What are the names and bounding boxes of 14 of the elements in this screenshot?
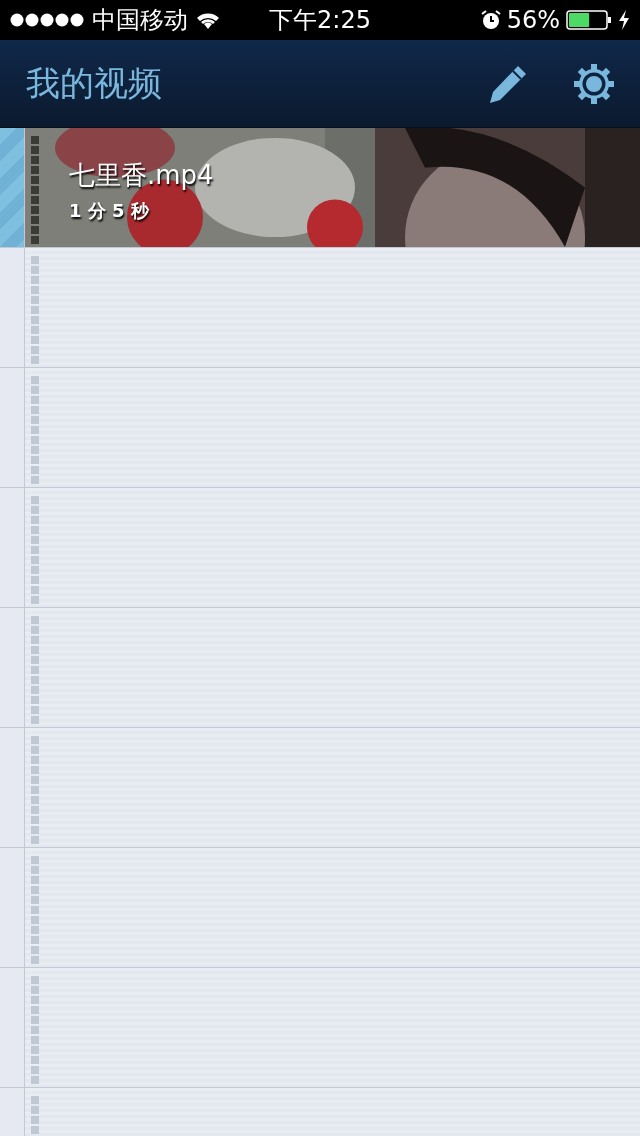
signal-icon xyxy=(10,13,84,27)
video-title: 七里香.mp4 xyxy=(69,159,214,192)
wifi-icon xyxy=(196,11,220,29)
battery-percent: 56% xyxy=(506,6,560,34)
edit-button[interactable] xyxy=(488,63,528,104)
carrier-name: 中国移动 xyxy=(92,5,188,36)
status-time: 下午2:25 xyxy=(269,5,371,36)
video-duration: 1 分 5 秒 xyxy=(69,199,149,223)
video-row[interactable]: 七里香.mp4 1 分 5 秒 xyxy=(0,128,640,248)
page-title: 我的视频 xyxy=(26,61,163,105)
alarm-icon xyxy=(480,10,501,30)
settings-button[interactable] xyxy=(574,63,614,104)
battery-icon xyxy=(566,10,612,30)
charging-icon xyxy=(618,10,630,30)
